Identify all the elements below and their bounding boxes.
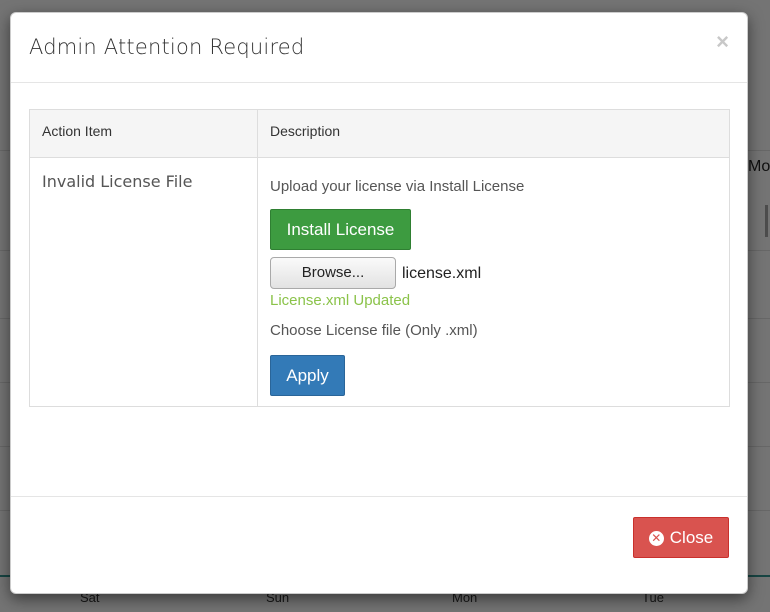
column-header-description: Description <box>270 123 341 139</box>
action-item-cell: Invalid License File <box>42 172 193 191</box>
browse-file-button[interactable]: Browse... <box>270 257 396 289</box>
column-header-action-item: Action Item <box>42 123 113 139</box>
upload-instruction-text: Upload your license via Install License <box>270 178 525 195</box>
apply-button[interactable]: Apply <box>270 355 345 396</box>
close-button-label: Close <box>669 528 714 547</box>
close-icon[interactable]: × <box>716 31 729 53</box>
close-button[interactable]: ✕ Close <box>633 517 729 558</box>
modal-title: Admin Attention Required <box>29 35 305 59</box>
choose-file-instruction: Choose License file (Only .xml) <box>270 322 478 339</box>
column-divider <box>257 110 258 406</box>
close-circle-icon: ✕ <box>648 531 664 546</box>
action-items-table: Action Item Description Invalid License … <box>29 109 730 407</box>
selected-file-name: license.xml <box>402 265 482 282</box>
admin-attention-modal: Admin Attention Required × Action Item D… <box>10 12 748 594</box>
table-header-row: Action Item Description <box>30 110 729 158</box>
upload-status-text: License.xml Updated <box>270 292 411 309</box>
modal-footer: ✕ Close <box>11 496 747 595</box>
install-license-button[interactable]: Install License <box>270 209 411 250</box>
modal-header: Admin Attention Required × <box>11 13 747 83</box>
